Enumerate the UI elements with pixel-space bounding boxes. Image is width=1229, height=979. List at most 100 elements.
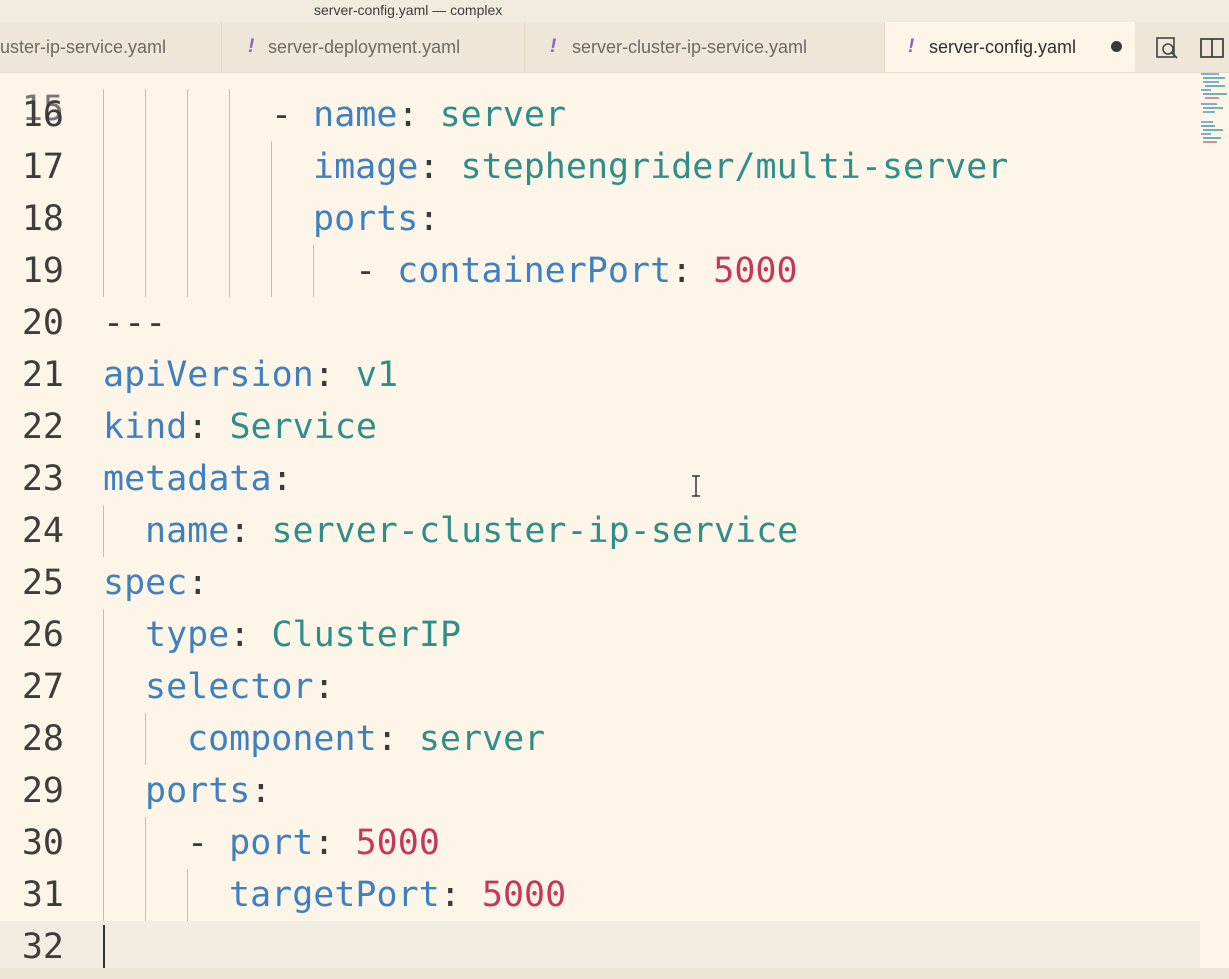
code-text: apiVersion: v1 [103,349,398,401]
line-number: 30 [21,823,64,863]
yaml-warning-icon: ! [248,36,255,57]
line-number: 32 [21,927,64,967]
unsaved-dot-icon[interactable] [1111,41,1122,52]
code-text: --- [103,297,166,349]
code-token: : [250,771,272,811]
code-line[interactable]: 28 component: server [0,713,1200,765]
tab-server-cluster-ip-service[interactable]: ! server-cluster-ip-service.yaml [525,22,885,72]
code-token: - [355,251,398,291]
line-number: 25 [21,563,64,603]
indent-guide [313,245,314,297]
code-token: ClusterIP [271,615,462,655]
code-line[interactable]: 22 kind: Service [0,401,1200,453]
status-bar [0,968,1229,979]
code-token: ports [313,199,419,239]
code-token: : [313,823,356,863]
code-text: spec: [103,557,208,609]
split-editor-icon[interactable] [1199,35,1225,61]
text-cursor-icon [692,475,700,497]
code-token: server [439,95,567,135]
indent-guide [187,193,188,245]
tab-label: server-cluster-ip-service.yaml [572,37,808,57]
code-line[interactable]: 18 ports: [0,193,1200,245]
indent-guide [187,869,188,921]
indent-guide [229,141,230,193]
code-line[interactable]: 23 metadata: [0,453,1200,505]
code-text: component: server [187,713,545,765]
tab-label: server-config.yaml [929,37,1077,57]
indent-guide [145,89,146,141]
tab-uster-ip-service[interactable]: uster-ip-service.yaml [0,22,222,72]
code-line[interactable]: 25 spec: [0,557,1200,609]
yaml-warning-icon: ! [908,36,915,57]
code-token: : [418,147,461,187]
code-line[interactable]: 29 ports: [0,765,1200,817]
indent-guide [103,869,104,921]
open-changes-icon[interactable] [1154,35,1180,61]
line-number: 29 [21,771,64,811]
code-token: - [187,823,230,863]
indent-guide [187,89,188,141]
code-line[interactable]: 31 targetPort: 5000 [0,869,1200,921]
code-text: targetPort: 5000 [229,869,566,921]
code-token: --- [103,303,167,343]
code-token: 5000 [355,823,440,863]
tab-server-deployment[interactable]: ! server-deployment.yaml [222,22,525,72]
code-token: server-cluster-ip-service [271,511,799,551]
tab-server-config[interactable]: ! server-config.yaml [885,22,1137,72]
tab-label: uster-ip-service.yaml [0,37,167,57]
code-line[interactable]: 26 type: ClusterIP [0,609,1200,661]
code-token: ports [145,771,251,811]
indent-guide [271,193,272,245]
line-number: 26 [21,615,64,655]
code-token: name [145,511,230,551]
indent-guide [145,245,146,297]
indent-guide [103,193,104,245]
code-line[interactable]: 30 - port: 5000 [0,817,1200,869]
code-token: : [439,875,482,915]
code-editor[interactable]: 15 16- name: server 17 image: stephengride… [0,73,1229,968]
code-line[interactable]: 17 image: stephengrider/multi-server [0,141,1200,193]
code-token: metadata [103,459,272,499]
line-number: 27 [21,667,64,707]
code-token: image [313,147,419,187]
code-token: selector [145,667,314,707]
code-text: metadata: [103,453,293,505]
tab-label: server-deployment.yaml [268,37,461,57]
tab-bar: uster-ip-service.yaml ! server-deploymen… [0,22,1229,73]
code-text: ports: [313,193,439,245]
code-text: - name: server [271,89,566,141]
code-token: apiVersion [103,355,314,395]
yaml-warning-icon: ! [550,36,557,57]
code-token: : [418,199,440,239]
code-line[interactable]: 32 [0,921,1200,968]
line-number: 24 [21,511,64,551]
indent-guide [103,817,104,869]
code-line[interactable]: 27 selector: [0,661,1200,713]
code-line[interactable]: 20 --- [0,297,1200,349]
code-token: 5000 [481,875,567,915]
indent-guide [187,141,188,193]
title-bar: server-config.yaml — complex [0,0,1229,22]
indent-guide [145,817,146,869]
code-token: stephengrider/multi-server [460,147,1009,187]
indent-guide [229,193,230,245]
code-line[interactable]: 16 - name: server [0,89,1200,141]
line-number: 22 [21,407,64,447]
indent-guide [145,141,146,193]
indent-guide [187,245,188,297]
indent-guide [103,505,104,557]
code-line[interactable]: 21 apiVersion: v1 [0,349,1200,401]
code-line[interactable]: 24 name: server-cluster-ip-service [0,505,1200,557]
indent-guide [103,141,104,193]
minimap[interactable] [1199,73,1229,153]
code-line[interactable]: 19 - containerPort: 5000 [0,245,1200,297]
code-token: server [418,719,546,759]
code-text: - containerPort: 5000 [355,245,798,297]
indent-guide [103,713,104,765]
indent-guide [145,869,146,921]
indent-guide [229,89,230,141]
code-text: name: server-cluster-ip-service [145,505,798,557]
code-token: containerPort [397,251,672,291]
code-token: : [397,95,440,135]
